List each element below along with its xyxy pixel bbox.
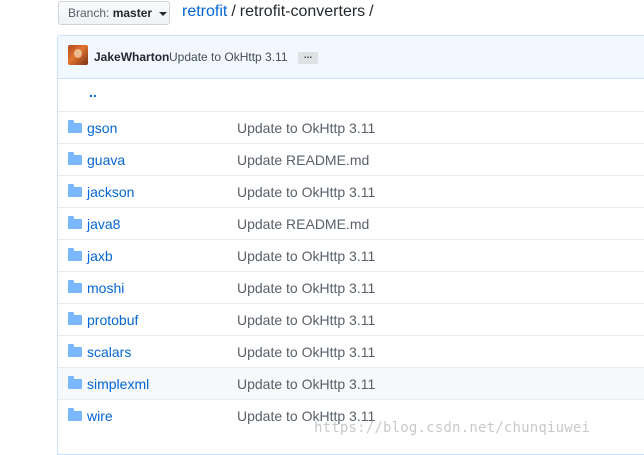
folder-icon (68, 344, 82, 357)
latest-commit-bar: JakeWharton Update to OkHttp 3.11 ... (58, 36, 644, 79)
top-bar: Branch: master retrofit / retrofit-convert… (0, 0, 644, 34)
commit-message-link[interactable]: Update to OkHttp 3.11 (237, 312, 375, 328)
folder-icon (68, 184, 82, 197)
folder-icon (68, 312, 82, 325)
branch-selector-button[interactable]: Branch: master (58, 1, 170, 25)
folder-icon (68, 120, 82, 133)
commit-message-link[interactable]: Update to OkHttp 3.11 (237, 280, 375, 296)
commit-expand-button[interactable]: ... (298, 51, 318, 64)
file-name-link[interactable]: gson (87, 120, 117, 136)
commit-author-link[interactable]: JakeWharton (94, 50, 169, 64)
avatar[interactable] (68, 45, 88, 65)
file-name-link[interactable]: scalars (87, 344, 131, 360)
table-row[interactable]: moshi Update to OkHttp 3.11 (58, 271, 644, 303)
breadcrumb-repo-link[interactable]: retrofit (182, 3, 227, 20)
table-row[interactable]: jaxb Update to OkHttp 3.11 (58, 239, 644, 271)
file-name-link[interactable]: jackson (87, 184, 134, 200)
file-name-link[interactable]: wire (87, 408, 113, 424)
folder-icon (68, 280, 82, 293)
branch-name: master (112, 6, 153, 20)
file-list: JakeWharton Update to OkHttp 3.11 ... ..… (57, 35, 644, 455)
breadcrumb: retrofit / retrofit-converters / (182, 1, 378, 23)
commit-message-link[interactable]: Update to OkHttp 3.11 (237, 344, 375, 360)
breadcrumb-trailing-separator: / (369, 3, 374, 20)
branch-label: Branch: (68, 6, 110, 20)
table-row[interactable]: protobuf Update to OkHttp 3.11 (58, 303, 644, 335)
folder-icon (68, 248, 82, 261)
table-row[interactable]: jackson Update to OkHttp 3.11 (58, 175, 644, 207)
file-name-link[interactable]: simplexml (87, 376, 149, 392)
folder-icon (68, 152, 82, 165)
breadcrumb-current: retrofit-converters (239, 3, 366, 20)
table-row[interactable]: scalars Update to OkHttp 3.11 (58, 335, 644, 367)
file-name-link[interactable]: guava (87, 152, 125, 168)
table-row[interactable]: java8 Update README.md (58, 207, 644, 239)
file-name-link[interactable]: moshi (87, 280, 124, 296)
commit-message-link[interactable]: Update to OkHttp 3.11 (237, 120, 375, 136)
file-name-link[interactable]: jaxb (87, 248, 113, 264)
table-row[interactable]: guava Update README.md (58, 143, 644, 175)
caret-down-icon (159, 11, 168, 16)
breadcrumb-separator: / (231, 3, 236, 20)
table-row[interactable]: gson Update to OkHttp 3.11 (58, 111, 644, 143)
file-name-link[interactable]: java8 (87, 216, 120, 232)
file-name-link[interactable]: protobuf (87, 312, 138, 328)
table-row[interactable]: simplexml Update to OkHttp 3.11 (58, 367, 644, 399)
commit-message-link[interactable]: Update to OkHttp 3.11 (237, 248, 375, 264)
commit-message-link[interactable]: Update to OkHttp 3.11 (237, 376, 375, 392)
folder-icon (68, 408, 82, 421)
parent-dir-row[interactable]: .. (58, 79, 644, 111)
commit-message-link[interactable]: Update to OkHttp 3.11 (237, 184, 375, 200)
commit-message-link[interactable]: Update README.md (237, 152, 369, 168)
folder-icon (68, 376, 82, 389)
commit-message-link[interactable]: Update README.md (237, 216, 369, 232)
folder-icon (68, 216, 82, 229)
watermark: https://blog.csdn.net/chunqiuwei (314, 420, 591, 436)
parent-dir-link[interactable]: .. (89, 84, 97, 100)
commit-message-link[interactable]: Update to OkHttp 3.11 (169, 50, 288, 64)
